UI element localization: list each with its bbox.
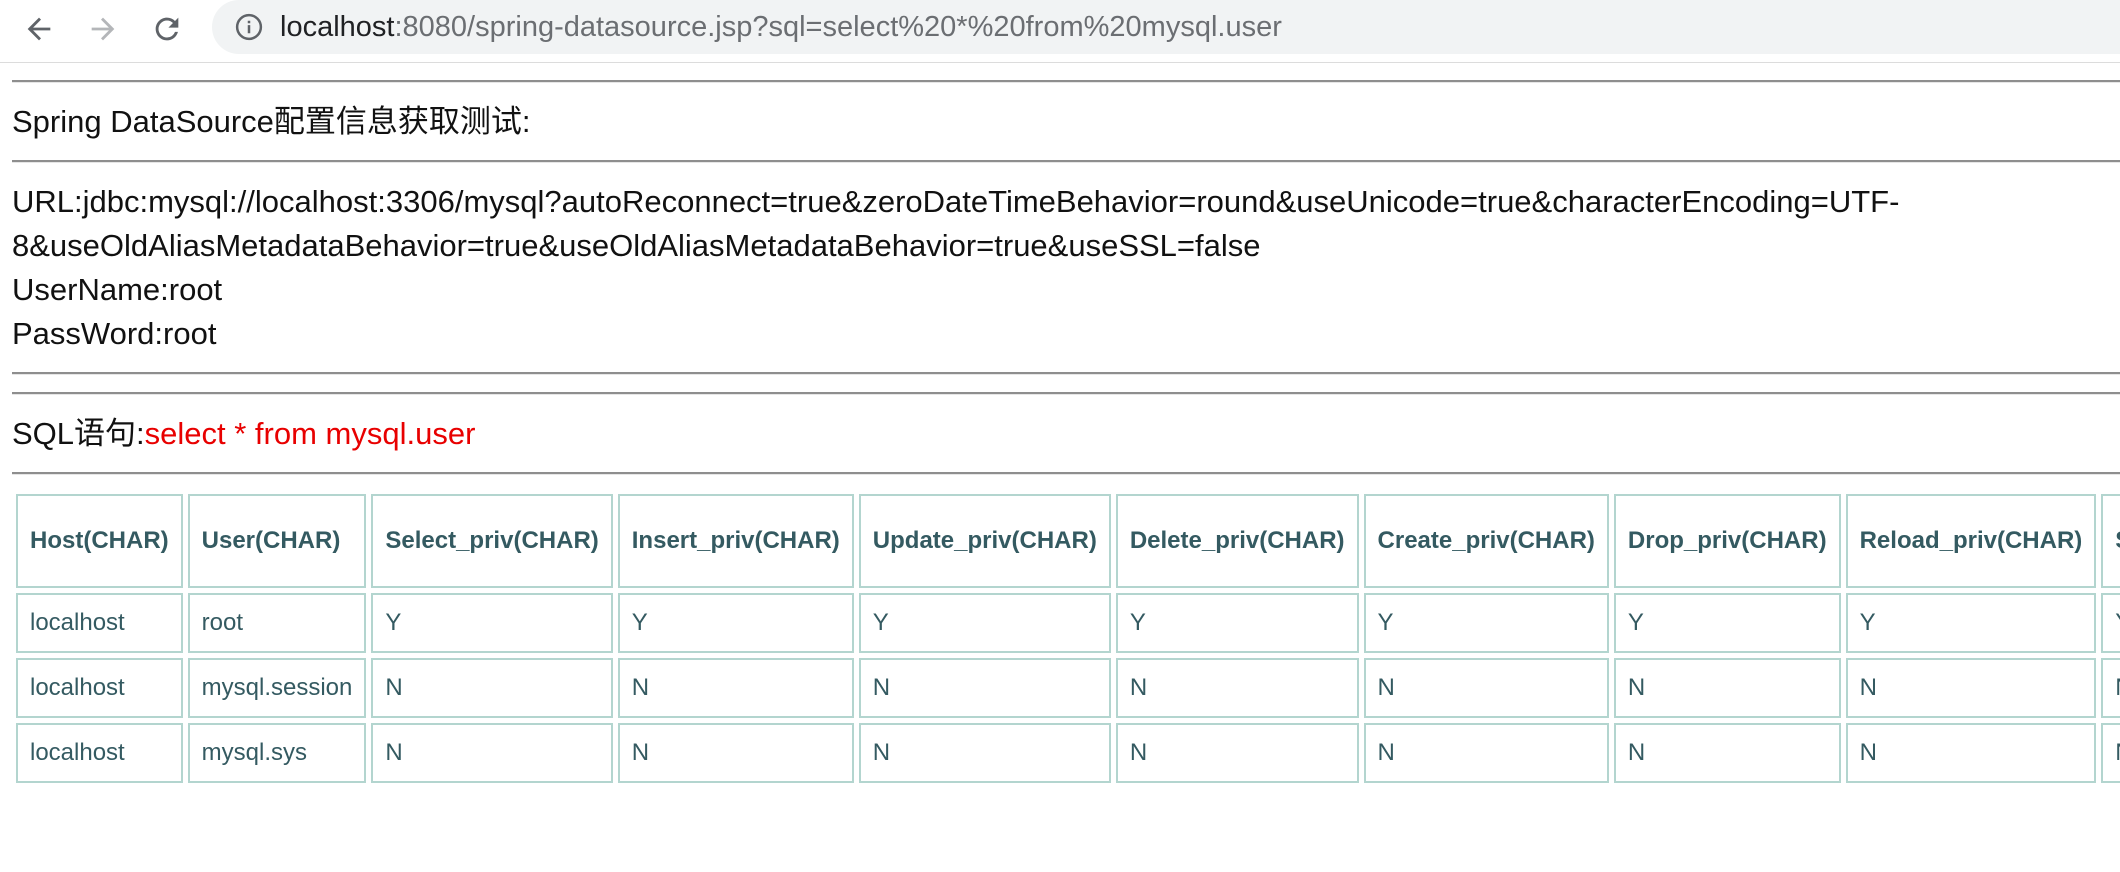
divider	[12, 392, 2120, 395]
back-arrow-icon	[27, 17, 51, 41]
divider	[12, 472, 2120, 475]
table-cell: Y	[371, 593, 613, 653]
url-text[interactable]: localhost:8080/spring-datasource.jsp?sql…	[280, 9, 1282, 45]
table-cell: Y	[2101, 593, 2120, 653]
table-cell: mysql.sys	[187, 723, 367, 783]
column-header: Select_priv(CHAR)	[371, 494, 613, 588]
table-cell: N	[1115, 723, 1359, 783]
sql-label: SQL语句:	[12, 416, 145, 451]
table-cell: N	[617, 723, 854, 783]
table-cell: root	[187, 593, 367, 653]
reload-icon	[155, 17, 179, 41]
table-cell: N	[371, 723, 613, 783]
connection-url-line1: URL:jdbc:mysql://localhost:3306/mysql?au…	[12, 184, 1900, 219]
table-cell: Y	[1363, 593, 1609, 653]
column-header: Create_priv(CHAR)	[1363, 494, 1609, 588]
column-header: Host(CHAR)	[16, 494, 183, 588]
forward-button[interactable]	[80, 6, 126, 52]
table-cell: N	[858, 658, 1111, 718]
table-cell: N	[617, 658, 854, 718]
table-cell: localhost	[16, 658, 183, 718]
url-path: :8080/spring-datasource.jsp?sql=select%2…	[394, 11, 1282, 43]
column-header: Shu	[2101, 494, 2120, 588]
table-cell: N	[1363, 658, 1609, 718]
back-button[interactable]	[16, 6, 62, 52]
page-heading: Spring DataSource配置信息获取测试:	[12, 104, 531, 139]
address-bar[interactable]: localhost:8080/spring-datasource.jsp?sql…	[212, 0, 2120, 54]
table-header-row: Host(CHAR) User(CHAR) Select_priv(CHAR) …	[16, 494, 2120, 588]
username-text: UserName:root	[12, 272, 223, 307]
table-cell: N	[1613, 723, 1841, 783]
table-cell: Y	[858, 593, 1111, 653]
sql-statement: SQL语句:select * from mysql.user	[12, 412, 475, 456]
table-cell: N	[1115, 658, 1359, 718]
table-cell: N	[1845, 723, 2097, 783]
table-cell: Y	[1613, 593, 1841, 653]
table-cell: localhost	[16, 593, 183, 653]
info-icon[interactable]	[234, 12, 264, 42]
table-cell: Y	[1115, 593, 1359, 653]
table-cell: N	[371, 658, 613, 718]
table-cell: N	[2101, 658, 2120, 718]
sql-query: select * from mysql.user	[144, 416, 476, 451]
column-header: Reload_priv(CHAR)	[1845, 494, 2097, 588]
divider	[12, 80, 2120, 83]
browser-toolbar: localhost:8080/spring-datasource.jsp?sql…	[0, 0, 2120, 63]
table-row: localhost root Y Y Y Y Y Y Y Y	[16, 593, 2120, 653]
divider	[12, 160, 2120, 163]
password-text: PassWord:root	[12, 316, 217, 351]
table-cell: mysql.session	[187, 658, 367, 718]
table-cell: localhost	[16, 723, 183, 783]
connection-url-line2: 8&useOldAliasMetadataBehavior=true&useOl…	[12, 228, 1261, 263]
table-cell: Y	[617, 593, 854, 653]
table-cell: N	[1613, 658, 1841, 718]
url-host: localhost	[280, 11, 395, 43]
forward-arrow-icon	[91, 17, 115, 41]
table-cell: N	[2101, 723, 2120, 783]
column-header: Drop_priv(CHAR)	[1613, 494, 1841, 588]
table-cell: N	[858, 723, 1111, 783]
column-header: Insert_priv(CHAR)	[617, 494, 854, 588]
reload-button[interactable]	[144, 6, 190, 52]
table-cell: N	[1845, 658, 2097, 718]
column-header: User(CHAR)	[187, 494, 367, 588]
table-cell: N	[1363, 723, 1609, 783]
table-row: localhost mysql.session N N N N N N N N	[16, 658, 2120, 718]
table-cell: Y	[1845, 593, 2097, 653]
result-table: Host(CHAR) User(CHAR) Select_priv(CHAR) …	[11, 489, 2120, 788]
divider	[12, 372, 2120, 375]
column-header: Update_priv(CHAR)	[858, 494, 1111, 588]
column-header: Delete_priv(CHAR)	[1115, 494, 1359, 588]
table-row: localhost mysql.sys N N N N N N N N	[16, 723, 2120, 783]
result-table-container: Host(CHAR) User(CHAR) Select_priv(CHAR) …	[16, 494, 2120, 788]
